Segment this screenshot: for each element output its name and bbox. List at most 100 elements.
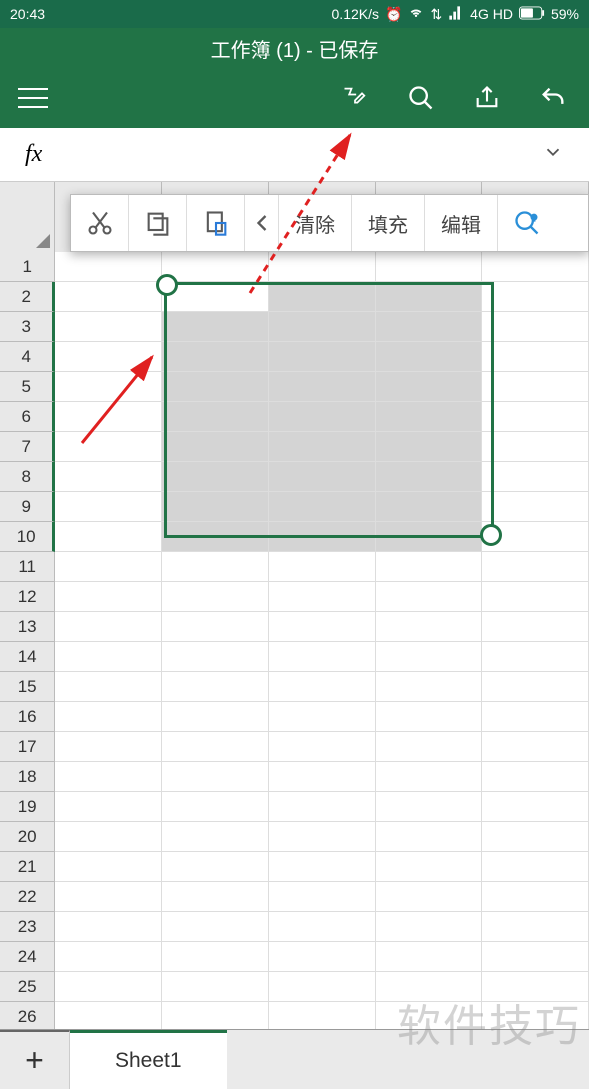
cell[interactable] — [482, 372, 589, 402]
cell[interactable] — [376, 852, 483, 882]
cell[interactable] — [482, 882, 589, 912]
cell[interactable] — [162, 912, 269, 942]
cell[interactable] — [162, 462, 269, 492]
chevron-down-icon[interactable] — [542, 141, 564, 168]
cell[interactable] — [482, 792, 589, 822]
cell[interactable] — [482, 282, 589, 312]
share-button[interactable] — [469, 80, 505, 116]
paste-button[interactable] — [187, 195, 245, 251]
cell[interactable] — [55, 252, 162, 282]
row-head[interactable]: 20 — [0, 822, 55, 852]
cell[interactable] — [162, 702, 269, 732]
cell[interactable] — [376, 672, 483, 702]
copy-button[interactable] — [129, 195, 187, 251]
cut-button[interactable] — [71, 195, 129, 251]
cell[interactable] — [55, 432, 162, 462]
cell[interactable] — [482, 852, 589, 882]
cell[interactable] — [376, 252, 483, 282]
row-head[interactable]: 19 — [0, 792, 55, 822]
cell[interactable] — [269, 432, 376, 462]
edit-button[interactable]: 编辑 — [425, 195, 498, 251]
cell[interactable] — [269, 582, 376, 612]
row-head[interactable]: 7 — [0, 432, 55, 462]
cell[interactable] — [162, 972, 269, 1002]
cell[interactable] — [162, 582, 269, 612]
cell[interactable] — [482, 432, 589, 462]
cell[interactable] — [376, 732, 483, 762]
cell[interactable] — [376, 432, 483, 462]
cell[interactable] — [269, 882, 376, 912]
row-head[interactable]: 22 — [0, 882, 55, 912]
cell[interactable] — [162, 942, 269, 972]
cell[interactable] — [269, 702, 376, 732]
cell[interactable] — [376, 1002, 483, 1029]
cell[interactable] — [482, 642, 589, 672]
cell[interactable] — [55, 612, 162, 642]
cell[interactable] — [55, 732, 162, 762]
cell[interactable] — [162, 732, 269, 762]
cell[interactable] — [162, 402, 269, 432]
cell[interactable] — [162, 612, 269, 642]
cell[interactable] — [269, 492, 376, 522]
cell[interactable] — [269, 672, 376, 702]
cell[interactable] — [482, 462, 589, 492]
cell[interactable] — [269, 552, 376, 582]
row-head[interactable]: 13 — [0, 612, 55, 642]
fill-button[interactable]: 填充 — [352, 195, 425, 251]
cell[interactable] — [376, 972, 483, 1002]
cell[interactable] — [482, 912, 589, 942]
cell[interactable] — [55, 792, 162, 822]
cell[interactable] — [269, 522, 376, 552]
cell[interactable] — [269, 912, 376, 942]
cell[interactable] — [162, 312, 269, 342]
cell[interactable] — [269, 342, 376, 372]
cell[interactable] — [162, 282, 269, 312]
row-head[interactable]: 14 — [0, 642, 55, 672]
cell[interactable] — [482, 522, 589, 552]
cell[interactable] — [482, 1002, 589, 1029]
cell[interactable] — [482, 972, 589, 1002]
cell[interactable] — [376, 912, 483, 942]
cell[interactable] — [162, 1002, 269, 1029]
cell[interactable] — [376, 882, 483, 912]
cell[interactable] — [55, 762, 162, 792]
cell[interactable] — [376, 642, 483, 672]
cell[interactable] — [376, 702, 483, 732]
add-sheet-button[interactable]: + — [0, 1030, 70, 1089]
cell[interactable] — [55, 462, 162, 492]
cell[interactable] — [162, 522, 269, 552]
cell[interactable] — [376, 942, 483, 972]
cell[interactable] — [376, 822, 483, 852]
cell[interactable] — [162, 762, 269, 792]
cell[interactable] — [269, 732, 376, 762]
cell[interactable] — [376, 762, 483, 792]
cell[interactable] — [482, 492, 589, 522]
cell[interactable] — [269, 402, 376, 432]
cell[interactable] — [162, 882, 269, 912]
row-head[interactable]: 26 — [0, 1002, 55, 1029]
row-head[interactable]: 15 — [0, 672, 55, 702]
cell[interactable] — [269, 612, 376, 642]
cell[interactable] — [162, 792, 269, 822]
cell[interactable] — [55, 282, 162, 312]
row-head[interactable]: 10 — [0, 522, 55, 552]
search-button[interactable] — [403, 80, 439, 116]
cell[interactable] — [376, 462, 483, 492]
cell[interactable] — [376, 372, 483, 402]
cell[interactable] — [376, 312, 483, 342]
row-head[interactable]: 4 — [0, 342, 55, 372]
cell[interactable] — [482, 312, 589, 342]
cell[interactable] — [269, 282, 376, 312]
row-head[interactable]: 21 — [0, 852, 55, 882]
cell[interactable] — [482, 942, 589, 972]
cell[interactable] — [55, 312, 162, 342]
cell[interactable] — [482, 612, 589, 642]
cell[interactable] — [55, 822, 162, 852]
clear-button[interactable]: 清除 — [279, 195, 352, 251]
cell[interactable] — [376, 792, 483, 822]
edit-mode-button[interactable] — [337, 80, 373, 116]
cell[interactable] — [376, 552, 483, 582]
cell[interactable] — [162, 822, 269, 852]
cell[interactable] — [269, 642, 376, 672]
row-head[interactable]: 12 — [0, 582, 55, 612]
